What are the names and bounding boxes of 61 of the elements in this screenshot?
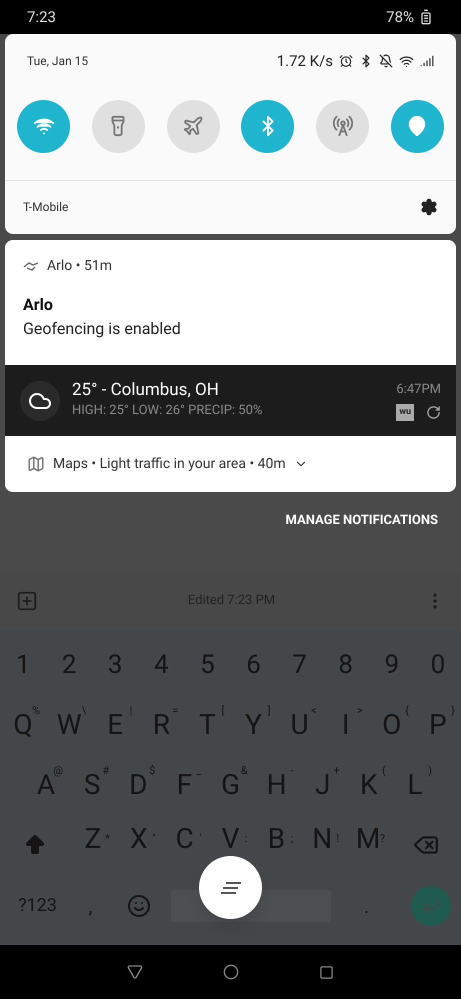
key-hint: >	[356, 702, 363, 718]
network-speed: 1.72 K/s	[276, 51, 333, 72]
battery-percent: 78%	[386, 6, 414, 28]
key-hint: :	[244, 830, 248, 846]
cloud-icon	[20, 380, 60, 420]
key-hint: "	[152, 830, 156, 846]
quick-toggle[interactable]	[17, 100, 70, 152]
key-hint: (	[382, 762, 386, 778]
period-key[interactable]: .	[339, 890, 394, 920]
settings-icon[interactable]	[420, 198, 438, 216]
home-icon[interactable]	[223, 964, 239, 980]
map-icon	[27, 455, 45, 473]
weather-details: HIGH: 25° LOW: 26° PRECIP: 50%	[72, 402, 264, 420]
key-hint: \	[82, 702, 86, 718]
recents-icon[interactable]	[319, 964, 334, 980]
key-hint: )	[428, 762, 432, 778]
smiley-icon	[126, 894, 150, 918]
refresh-icon[interactable]	[426, 404, 441, 420]
weather-notification[interactable]: 25° - Columbus, OH HIGH: 25° LOW: 26° PRECIP: 50% 6:47PM wu	[5, 365, 456, 436]
app-name: Arlo • 51m	[47, 257, 112, 276]
key-hint: !	[336, 830, 340, 846]
bell-off-icon	[379, 54, 393, 68]
notification-title: Arlo	[23, 294, 54, 316]
key-hint: ?	[380, 830, 386, 846]
key-hint: #	[102, 762, 110, 778]
hotspot-icon	[332, 115, 354, 137]
key-hint: |	[130, 702, 132, 718]
notification-text: Geofencing is enabled	[23, 318, 182, 340]
shift-icon	[23, 832, 47, 856]
notification-text: Maps • Light traffic in your area • 40m	[53, 454, 286, 474]
key-hint: %	[32, 702, 40, 718]
weather-title: 25° - Columbus, OH	[72, 380, 220, 402]
key-hint: ]	[268, 702, 271, 718]
comma-key[interactable]: ,	[73, 890, 108, 920]
key-hint: <	[311, 702, 317, 718]
airplane-icon	[182, 115, 204, 137]
weather-time: 6:47PM	[396, 381, 441, 399]
key-hint: ;	[290, 830, 294, 846]
key-hint: [	[222, 702, 224, 718]
carrier-name: T-Mobile	[23, 199, 68, 216]
key-hint: =	[172, 702, 178, 718]
back-icon[interactable]	[127, 964, 143, 980]
key-hint: '	[200, 830, 202, 846]
date: Tue, Jan 15	[27, 53, 88, 70]
signal-icon	[420, 54, 434, 68]
clock: 7:23	[27, 6, 56, 28]
key-hint: $	[149, 762, 156, 778]
key-hint: @	[53, 762, 64, 776]
alarm-icon	[339, 54, 353, 68]
key-hint: *	[105, 830, 110, 846]
key-hint: }	[451, 702, 455, 718]
key-hint: {	[405, 702, 409, 718]
enter-icon	[421, 896, 441, 916]
weather-logo: wu	[396, 404, 414, 421]
lines-icon	[220, 882, 242, 894]
key-hint: &	[240, 762, 248, 778]
wifi-icon	[399, 54, 414, 69]
key-hint: _	[196, 762, 202, 778]
manage-notifications-button[interactable]: MANAGE NOTIFICATIONS	[285, 511, 438, 530]
key-hint: +	[334, 762, 340, 778]
key-hint: -	[290, 762, 294, 778]
